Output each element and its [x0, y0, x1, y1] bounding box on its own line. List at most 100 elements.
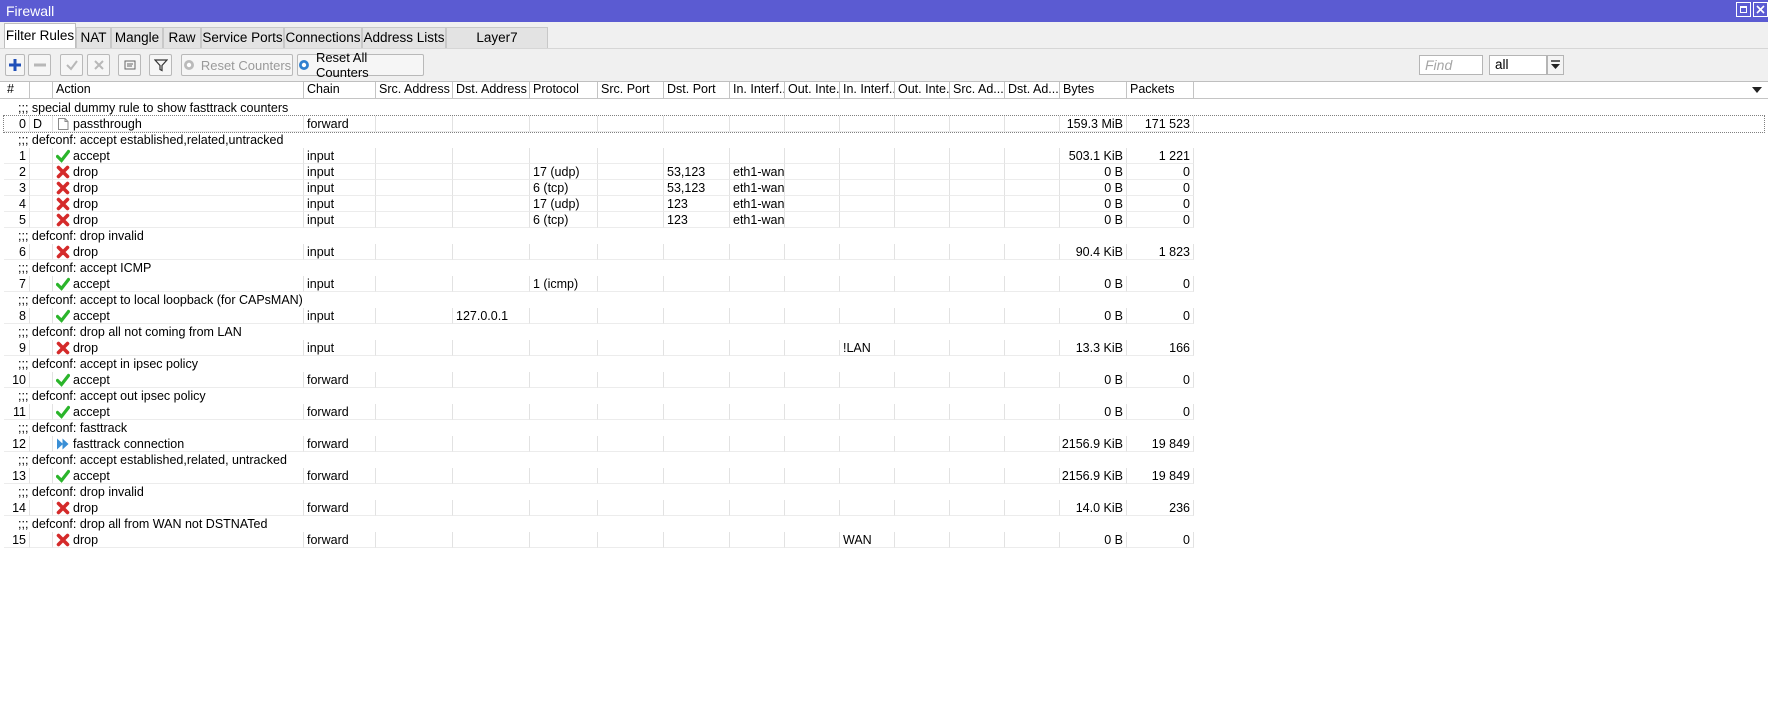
filter-dropdown-button[interactable]	[1547, 55, 1564, 75]
comment-row[interactable]: ;;; defconf: accept established,related,…	[4, 132, 1764, 148]
col-header-protocol[interactable]: Protocol	[530, 82, 598, 98]
cell-src-address	[376, 244, 453, 260]
filter-select[interactable]: all	[1489, 55, 1547, 75]
col-header-src-address[interactable]: Src. Address	[376, 82, 453, 98]
col-header-packets[interactable]: Packets	[1127, 82, 1194, 98]
tab-bar: Filter Rules NAT Mangle Raw Service Port…	[0, 22, 1768, 65]
comment-row[interactable]: ;;; defconf: accept in ipsec policy	[4, 356, 1764, 372]
cell-in-interface-list	[840, 276, 895, 292]
comment-row[interactable]: ;;; special dummy rule to show fasttrack…	[4, 100, 1764, 116]
action-label: accept	[73, 469, 110, 483]
cell-src-port	[598, 372, 664, 388]
col-header-flags[interactable]	[30, 82, 53, 98]
table-row[interactable]: 1 accept input 503.1 KiB 1 221	[4, 148, 1764, 164]
comment-row[interactable]: ;;; defconf: fasttrack	[4, 420, 1764, 436]
table-row[interactable]: 4 drop input 17 (udp) 123 eth1-wan 0 B0	[4, 196, 1764, 212]
enable-button[interactable]	[60, 54, 83, 76]
cell-dst-address-list	[1005, 372, 1060, 388]
cell-protocol: 17 (udp)	[530, 196, 598, 212]
col-header-dst-port[interactable]: Dst. Port	[664, 82, 730, 98]
cell-action: fasttrack connection	[53, 436, 304, 452]
remove-button[interactable]	[28, 54, 51, 76]
table-row[interactable]: 14 drop forward 14.0 KiB 236	[4, 500, 1764, 516]
note-icon	[124, 60, 135, 70]
window-titlebar: Firewall	[0, 0, 1768, 22]
cell-out-interface-list	[895, 276, 950, 292]
cell-number: 15	[4, 532, 30, 548]
table-row[interactable]: 6 drop input 90.4 KiB 1 823	[4, 244, 1764, 260]
cell-packets: 1 221	[1127, 148, 1194, 164]
col-header-out-interface-list[interactable]: Out. Inte...	[895, 82, 950, 98]
filter-button[interactable]	[149, 54, 172, 76]
action-label: passthrough	[73, 117, 142, 131]
comment-row[interactable]: ;;; defconf: drop all not coming from LA…	[4, 324, 1764, 340]
col-header-dst-address[interactable]: Dst. Address	[453, 82, 530, 98]
col-header-src-port[interactable]: Src. Port	[598, 82, 664, 98]
comment-row[interactable]: ;;; defconf: accept to local loopback (f…	[4, 292, 1764, 308]
cell-number: 7	[4, 276, 30, 292]
cell-dst-address	[453, 212, 530, 228]
table-row[interactable]: 0 Dpassthrough forward 159.3 MiB 171 523	[3, 115, 1765, 133]
table-row[interactable]: 5 drop input 6 (tcp) 123 eth1-wan 0 B0	[4, 212, 1764, 228]
col-header-bytes[interactable]: Bytes	[1060, 82, 1127, 98]
cell-out-interface-list	[895, 308, 950, 324]
cell-dst-port	[664, 468, 730, 484]
comment-row[interactable]: ;;; defconf: drop invalid	[4, 228, 1764, 244]
cell-chain: input	[304, 196, 376, 212]
col-header-in-interface-list[interactable]: In. Interf...	[840, 82, 895, 98]
table-row[interactable]: 12 fasttrack connection forward 2156.9 KiB 1…	[4, 436, 1764, 452]
reset-all-counters-button[interactable]: Reset All Counters	[297, 50, 424, 80]
comment-row[interactable]: ;;; defconf: accept out ipsec policy	[4, 388, 1764, 404]
add-button[interactable]	[5, 54, 25, 76]
table-row[interactable]: 11 accept forward 0 B0	[4, 404, 1764, 420]
comment-row[interactable]: ;;; defconf: drop all from WAN not DSTNA…	[4, 516, 1764, 532]
tab-address-lists[interactable]: Address Lists	[362, 27, 446, 48]
disable-button[interactable]	[87, 54, 110, 76]
table-row[interactable]: 8 accept input 127.0.0.1 0 B0	[4, 308, 1764, 324]
col-header-dst-address-list[interactable]: Dst. Ad...	[1005, 82, 1060, 98]
cell-out-interface	[785, 532, 840, 548]
cell-in-interface: eth1-wan	[730, 212, 785, 228]
cell-protocol	[530, 436, 598, 452]
tab-raw[interactable]: Raw	[163, 27, 201, 48]
cell-out-interface-list	[895, 212, 950, 228]
table-row[interactable]: 15 drop forward WAN 0 B0	[4, 532, 1764, 548]
cell-chain: input	[304, 244, 376, 260]
reset-counters-button[interactable]: Reset Counters	[181, 54, 293, 76]
table-row[interactable]: 2 drop input 17 (udp) 53,123 eth1-wan 0 B0	[4, 164, 1764, 180]
close-button[interactable]	[1753, 2, 1768, 17]
col-header-in-interface[interactable]: In. Interf...	[730, 82, 785, 98]
tab-nat[interactable]: NAT	[76, 27, 111, 48]
table-row[interactable]: 10 accept forward 0 B0	[4, 372, 1764, 388]
tab-connections[interactable]: Connections	[284, 27, 362, 48]
cell-in-interface	[730, 148, 785, 164]
tab-filter-rules[interactable]: Filter Rules	[4, 23, 76, 49]
cell-bytes: 90.4 KiB	[1060, 244, 1127, 260]
cell-src-address-list	[950, 196, 1005, 212]
column-chooser-button[interactable]	[1747, 82, 1765, 98]
col-header-out-interface[interactable]: Out. Inte...	[785, 82, 840, 98]
maximize-button[interactable]	[1736, 2, 1751, 17]
table-row[interactable]: 9 drop input !LAN 13.3 KiB 166	[4, 340, 1764, 356]
comment-row[interactable]: ;;; defconf: drop invalid	[4, 484, 1764, 500]
comment-button[interactable]	[118, 54, 141, 76]
col-header-number[interactable]: #	[4, 82, 30, 98]
col-header-chain[interactable]: Chain	[304, 82, 376, 98]
tab-service-ports[interactable]: Service Ports	[201, 27, 284, 48]
comment-row[interactable]: ;;; defconf: accept ICMP	[4, 260, 1764, 276]
col-header-action[interactable]: Action	[53, 82, 304, 98]
cell-dst-address-list	[1005, 196, 1060, 212]
tab-layer7-protocols[interactable]: Layer7 Protocols	[446, 27, 548, 65]
col-header-src-address-list[interactable]: Src. Ad...	[950, 82, 1005, 98]
find-input[interactable]	[1419, 55, 1483, 75]
cell-src-port	[598, 532, 664, 548]
cell-flag	[30, 532, 53, 548]
table-row[interactable]: 3 drop input 6 (tcp) 53,123 eth1-wan 0 B0	[4, 180, 1764, 196]
tab-mangle[interactable]: Mangle	[111, 27, 163, 48]
cell-chain: forward	[304, 532, 376, 548]
table-row[interactable]: 13 accept forward 2156.9 KiB 19 849	[4, 468, 1764, 484]
cell-in-interface-list	[840, 372, 895, 388]
table-row[interactable]: 7 accept input 1 (icmp) 0 B0	[4, 276, 1764, 292]
cell-in-interface	[730, 404, 785, 420]
comment-row[interactable]: ;;; defconf: accept established,related,…	[4, 452, 1764, 468]
